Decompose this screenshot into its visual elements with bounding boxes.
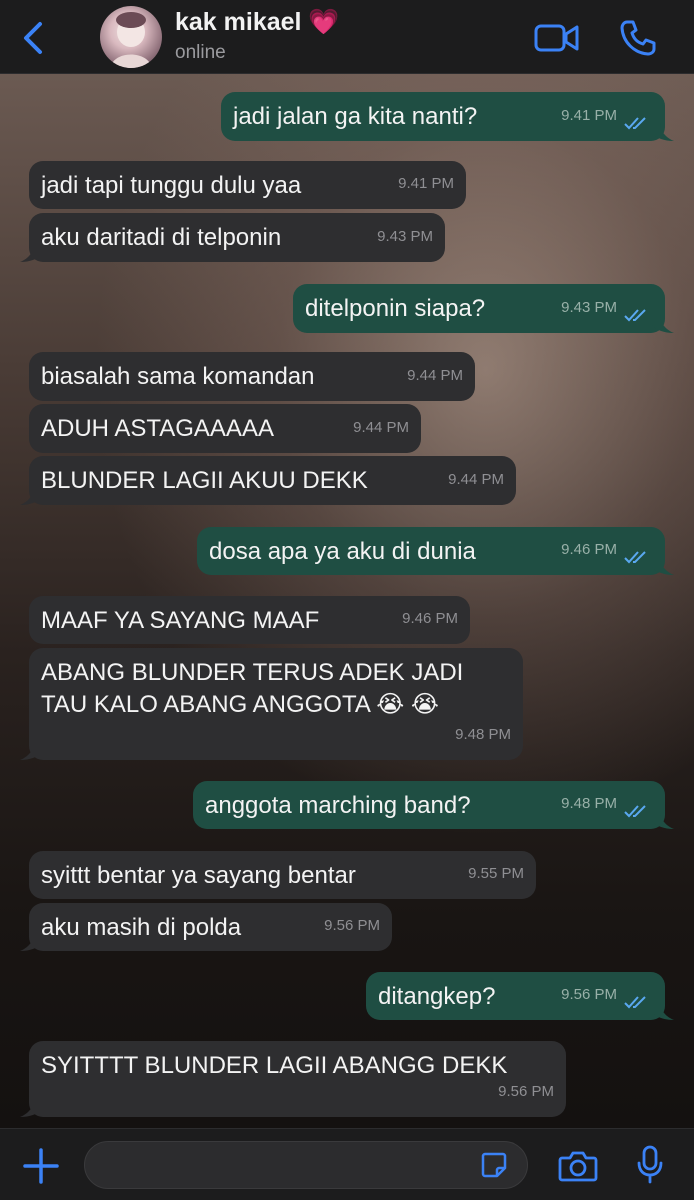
- sticker-button[interactable]: [480, 1151, 508, 1179]
- message-text: ABANG BLUNDER TERUS ADEK JADI TAU KALO A…: [41, 659, 464, 718]
- message-time: 9.44 PM: [448, 471, 504, 488]
- message-bubble-incoming[interactable]: MAAF YA SAYANG MAAF 9.46 PM: [29, 596, 470, 644]
- message-time: 9.41 PM: [398, 175, 454, 192]
- chat-header: kak mikael 💗 online: [0, 0, 694, 74]
- message-time: 9.46 PM: [402, 610, 458, 627]
- double-check-icon: [624, 309, 646, 322]
- message-bubble-outgoing[interactable]: dosa apa ya aku di dunia 9.46 PM: [197, 527, 674, 575]
- plus-icon: [23, 1148, 59, 1184]
- double-check-icon: [624, 996, 646, 1009]
- message-text: ditelponin siapa?: [305, 295, 486, 322]
- message-bubble-incoming[interactable]: jadi tapi tunggu dulu yaa 9.41 PM: [29, 161, 466, 209]
- message-composer: [0, 1128, 694, 1200]
- message-bubble-incoming[interactable]: aku masih di polda 9.56 PM: [20, 903, 392, 951]
- message-text: aku daritadi di telponin: [41, 224, 282, 251]
- sticker-icon: [481, 1152, 507, 1178]
- message-text: jadi jalan ga kita nanti?: [233, 103, 478, 130]
- avatar[interactable]: [100, 6, 162, 68]
- message-input[interactable]: [84, 1141, 528, 1189]
- message-bubble-outgoing[interactable]: ditangkep? 9.56 PM: [366, 972, 674, 1020]
- camera-button[interactable]: [558, 1149, 598, 1183]
- phone-icon: [620, 20, 656, 56]
- attach-button[interactable]: [22, 1147, 60, 1185]
- message-time: 9.48 PM: [455, 726, 511, 743]
- message-text: ditangkep?: [378, 983, 496, 1010]
- message-bubble-incoming[interactable]: ABANG BLUNDER TERUS ADEK JADI TAU KALO A…: [20, 648, 523, 760]
- message-text: jadi tapi tunggu dulu yaa: [41, 172, 302, 199]
- message-bubble-incoming[interactable]: aku daritadi di telponin 9.43 PM: [20, 213, 445, 262]
- double-check-icon: [624, 805, 646, 818]
- contact-status: online: [175, 42, 226, 63]
- message-bubble-incoming[interactable]: SYITTTT BLUNDER LAGII ABANGG DEKK 9.56 P…: [20, 1041, 566, 1117]
- message-time: 9.43 PM: [561, 299, 617, 316]
- message-bubble-outgoing[interactable]: jadi jalan ga kita nanti? 9.41 PM: [221, 92, 674, 141]
- video-call-icon: [534, 24, 579, 52]
- double-check-icon: [624, 551, 646, 564]
- message-time: 9.46 PM: [561, 541, 617, 558]
- message-text: dosa apa ya aku di dunia: [209, 538, 476, 565]
- message-text: SYITTTT BLUNDER LAGII ABANGG DEKK: [41, 1052, 508, 1079]
- message-bubble-incoming[interactable]: BLUNDER LAGII AKUU DEKK 9.44 PM: [20, 456, 516, 505]
- message-bubble-outgoing[interactable]: ditelponin siapa? 9.43 PM: [293, 284, 674, 333]
- message-text: biasalah sama komandan: [41, 363, 315, 390]
- message-time: 9.55 PM: [468, 865, 524, 882]
- message-time: 9.56 PM: [324, 917, 380, 934]
- message-bubble-incoming[interactable]: syittt bentar ya sayang bentar 9.55 PM: [29, 851, 536, 899]
- video-call-button[interactable]: [534, 22, 580, 54]
- message-time: 9.44 PM: [407, 367, 463, 384]
- message-text: syittt bentar ya sayang bentar: [41, 862, 356, 889]
- microphone-icon: [637, 1145, 663, 1184]
- message-time: 9.56 PM: [561, 986, 617, 1003]
- message-bubble-outgoing[interactable]: anggota marching band? 9.48 PM: [193, 781, 674, 829]
- message-time: 9.48 PM: [561, 795, 617, 812]
- message-bubble-incoming[interactable]: ADUH ASTAGAAAAA 9.44 PM: [29, 404, 421, 453]
- message-bubble-incoming[interactable]: biasalah sama komandan 9.44 PM: [29, 352, 475, 401]
- message-text: ADUH ASTAGAAAAA: [41, 415, 274, 442]
- microphone-button[interactable]: [636, 1145, 664, 1185]
- message-list[interactable]: jadi jalan ga kita nanti? 9.41 PM jadi t…: [0, 74, 694, 1128]
- message-text: aku masih di polda: [41, 914, 242, 941]
- message-time: 9.43 PM: [377, 228, 433, 245]
- message-text: anggota marching band?: [205, 792, 471, 819]
- message-time: 9.41 PM: [561, 107, 617, 124]
- back-button[interactable]: [18, 20, 48, 56]
- double-check-icon: [624, 117, 646, 130]
- chevron-left-icon: [24, 22, 42, 54]
- message-time: 9.44 PM: [353, 419, 409, 436]
- contact-name[interactable]: kak mikael 💗: [175, 8, 340, 37]
- message-text: MAAF YA SAYANG MAAF: [41, 607, 320, 634]
- voice-call-button[interactable]: [618, 18, 658, 58]
- message-time: 9.56 PM: [498, 1083, 554, 1100]
- message-text: BLUNDER LAGII AKUU DEKK: [41, 467, 368, 494]
- camera-icon: [558, 1151, 598, 1182]
